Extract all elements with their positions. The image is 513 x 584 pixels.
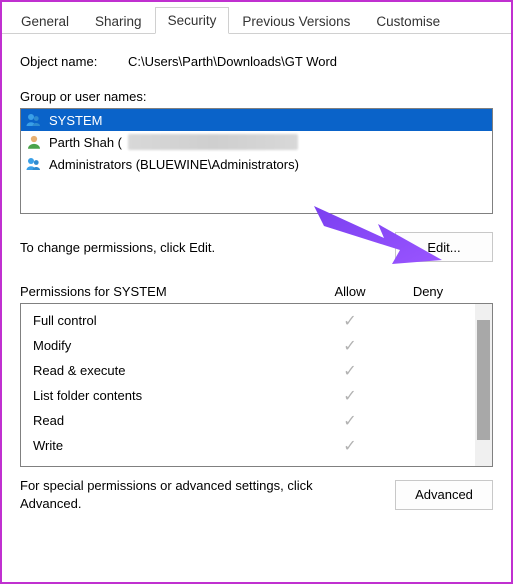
tab-security[interactable]: Security: [155, 7, 230, 34]
permissions-title: Permissions for SYSTEM: [20, 284, 311, 299]
permission-row[interactable]: Read ✓: [21, 408, 475, 433]
permissions-header: Permissions for SYSTEM Allow Deny: [20, 284, 493, 299]
list-item[interactable]: Administrators (BLUEWINE\Administrators): [21, 153, 492, 175]
permission-row[interactable]: Read & execute ✓: [21, 358, 475, 383]
permission-row[interactable]: Write ✓: [21, 433, 475, 458]
list-item-label: Administrators (BLUEWINE\Administrators): [49, 157, 299, 172]
user-icon: [25, 133, 43, 151]
list-item-label: SYSTEM: [49, 113, 102, 128]
redacted-text: [128, 134, 298, 150]
tab-sharing[interactable]: Sharing: [82, 8, 155, 34]
tab-strip: General Sharing Security Previous Versio…: [2, 2, 511, 34]
allow-check-icon: ✓: [311, 386, 389, 406]
edit-hint: To change permissions, click Edit.: [20, 240, 215, 255]
permission-row[interactable]: Modify ✓: [21, 333, 475, 358]
allow-check-icon: ✓: [311, 411, 389, 431]
allow-check-icon: ✓: [311, 361, 389, 381]
edit-button[interactable]: Edit...: [395, 232, 493, 262]
list-item-label: Parth Shah (: [49, 135, 122, 150]
permission-name: Modify: [33, 338, 311, 353]
group-icon: [25, 111, 43, 129]
properties-dialog: General Sharing Security Previous Versio…: [0, 0, 513, 584]
list-item[interactable]: SYSTEM: [21, 109, 492, 131]
tab-general[interactable]: General: [8, 8, 82, 34]
object-name-label: Object name:: [20, 54, 128, 69]
scrollbar-thumb[interactable]: [477, 320, 490, 440]
group-names-label: Group or user names:: [20, 89, 493, 104]
permission-name: Read & execute: [33, 363, 311, 378]
advanced-button[interactable]: Advanced: [395, 480, 493, 510]
allow-check-icon: ✓: [311, 436, 389, 456]
permissions-list: Full control ✓ Modify ✓ Read & execute ✓…: [20, 303, 493, 467]
permission-name: List folder contents: [33, 388, 311, 403]
column-deny: Deny: [389, 284, 467, 299]
advanced-hint: For special permissions or advanced sett…: [20, 477, 340, 512]
list-item[interactable]: Parth Shah (: [21, 131, 492, 153]
permission-row[interactable]: List folder contents ✓: [21, 383, 475, 408]
permission-name: Full control: [33, 313, 311, 328]
permission-name: Read: [33, 413, 311, 428]
permission-name: Write: [33, 438, 311, 453]
group-names-list[interactable]: SYSTEM Parth Shah ( Administrators (BLUE…: [20, 108, 493, 214]
column-allow: Allow: [311, 284, 389, 299]
tab-previous-versions[interactable]: Previous Versions: [229, 8, 363, 34]
scrollbar[interactable]: [475, 304, 492, 466]
tab-customise[interactable]: Customise: [363, 8, 453, 34]
allow-check-icon: ✓: [311, 336, 389, 356]
allow-check-icon: ✓: [311, 311, 389, 331]
object-name-row: Object name: C:\Users\Parth\Downloads\GT…: [20, 54, 493, 69]
object-name-value: C:\Users\Parth\Downloads\GT Word: [128, 54, 337, 69]
security-panel: Object name: C:\Users\Parth\Downloads\GT…: [2, 34, 511, 522]
permission-row[interactable]: Full control ✓: [21, 308, 475, 333]
group-icon: [25, 155, 43, 173]
